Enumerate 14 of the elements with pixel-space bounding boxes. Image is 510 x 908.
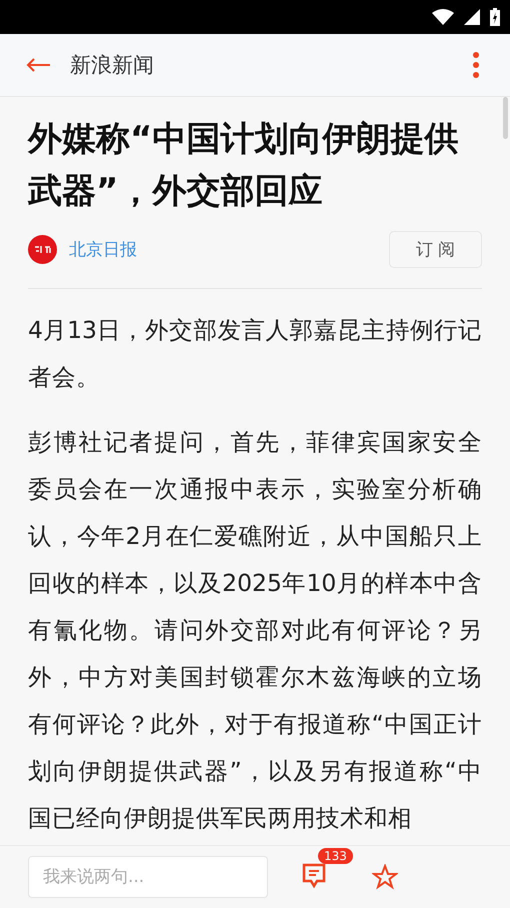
favorite-button[interactable] <box>372 864 398 890</box>
subscribe-button[interactable]: 订 阅 <box>389 231 482 268</box>
source-logo-icon <box>28 235 57 264</box>
article-paragraph: 彭博社记者提问，首先，菲律宾国家安全委员会在一次通报中表示，实验室分析确认，今年2月在仁爱礁附近，从中国船只上回收的样本，以及2025年10月的样本中含有氰化物。请问外交部对此有何评论？另外，中方对美国封锁霍尔木兹海峡的立场有何评论？此外，对于有报道称“中国正计划向伊朗提供武器”，以及另有报道称“中国已经向伊朗提供军民两用技术和相 <box>28 427 482 834</box>
battery-icon <box>490 8 500 26</box>
article-paragraph: 4月13日，外交部发言人郭嘉昆主持例行记者会。 <box>28 315 482 393</box>
more-button[interactable] <box>472 52 480 78</box>
comment-count-badge: 133 <box>318 848 353 864</box>
app-title: 新浪新闻 <box>70 52 155 79</box>
signal-icon <box>464 9 480 25</box>
comment-field[interactable]: 我来说两句... <box>28 856 268 898</box>
wifi-icon <box>432 9 454 25</box>
scrollbar <box>503 97 508 139</box>
article-headline: 外媒称“中国计划向伊朗提供武器”，外交部回应 <box>28 118 460 213</box>
